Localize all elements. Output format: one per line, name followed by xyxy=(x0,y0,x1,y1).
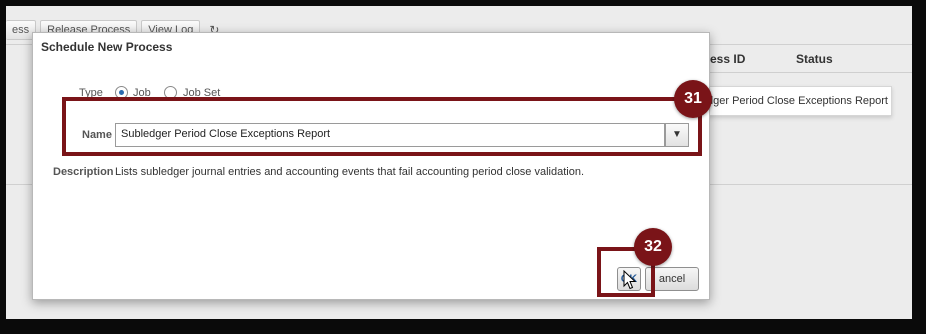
type-job-radio[interactable] xyxy=(115,86,128,99)
schedule-new-process-dialog: Schedule New Process Type Job Job Set Na… xyxy=(32,32,710,300)
type-label: Type xyxy=(79,87,103,99)
dialog-title: Schedule New Process xyxy=(41,40,173,54)
divider xyxy=(696,72,912,73)
type-job-set-radio[interactable] xyxy=(164,86,177,99)
screenshot-frame: ess Release Process View Log ↻ ocess ID … xyxy=(0,0,926,334)
name-label: Name xyxy=(82,129,112,141)
application-screen: ess Release Process View Log ↻ ocess ID … xyxy=(6,6,912,319)
autocomplete-suggestion[interactable]: dger Period Close Exceptions Report xyxy=(696,86,892,116)
mouse-cursor-icon xyxy=(623,270,637,290)
type-job-set-label[interactable]: Job Set xyxy=(183,87,220,99)
type-job-label[interactable]: Job xyxy=(133,87,151,99)
description-text: Lists subledger journal entries and acco… xyxy=(115,166,585,178)
chevron-down-icon[interactable]: ▼ xyxy=(665,123,689,147)
step-badge-32: 32 xyxy=(634,228,672,266)
description-label: Description xyxy=(53,166,114,178)
cancel-button[interactable]: ancel xyxy=(645,267,699,291)
column-header-status[interactable]: Status xyxy=(796,52,833,66)
type-row: Type Job Job Set xyxy=(33,86,333,102)
step-badge-31: 31 xyxy=(674,80,712,118)
table-header: ocess ID Status xyxy=(696,50,912,70)
process-name-input[interactable]: Subledger Period Close Exceptions Report xyxy=(115,123,665,147)
